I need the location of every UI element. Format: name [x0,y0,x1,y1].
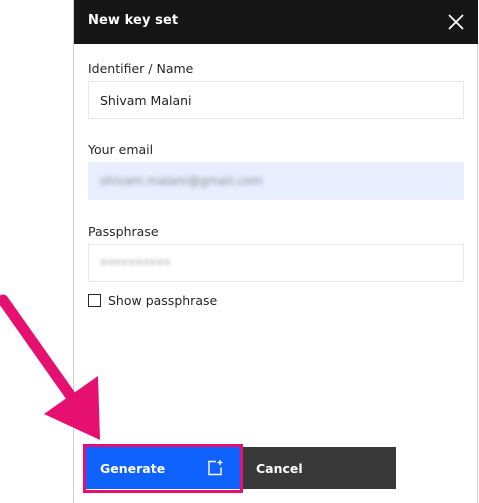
dialog-footer: Generate Cancel [84,447,396,489]
dialog-header: New key set [74,0,478,44]
show-passphrase-label: Show passphrase [108,292,218,308]
email-value-redacted: shivam.malani@gmail.com [100,174,263,188]
add-key-icon [208,460,223,476]
passphrase-value-redacted: •••••••••• [100,256,171,270]
passphrase-input[interactable]: •••••••••• [88,244,464,282]
generate-button-label: Generate [100,461,166,476]
generate-button[interactable]: Generate [84,447,240,489]
cancel-button-label: Cancel [256,461,303,476]
show-passphrase-row[interactable]: Show passphrase [88,291,217,309]
email-input[interactable]: shivam.malani@gmail.com [88,162,464,200]
close-icon [448,14,464,30]
identifier-input[interactable] [88,81,464,119]
close-button[interactable] [442,8,470,36]
new-key-set-dialog: New key set Identifier / Name Your email… [74,0,478,503]
cancel-button[interactable]: Cancel [242,447,396,489]
identifier-label: Identifier / Name [88,61,194,76]
passphrase-label: Passphrase [88,224,159,239]
show-passphrase-checkbox[interactable] [88,293,101,307]
email-label: Your email [88,142,154,157]
dialog-title: New key set [88,13,179,28]
